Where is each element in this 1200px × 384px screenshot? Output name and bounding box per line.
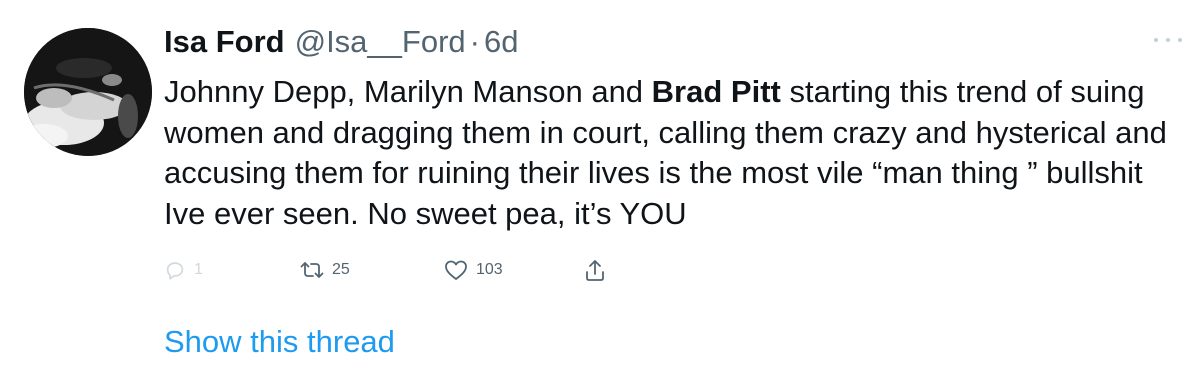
share-icon — [584, 258, 606, 282]
retweet-count: 25 — [332, 261, 350, 278]
display-name[interactable]: Isa Ford — [164, 24, 285, 60]
dot-icon — [1178, 38, 1182, 42]
avatar[interactable] — [24, 28, 152, 156]
tweet-text: Johnny Depp, Marilyn Manson and Brad Pit… — [164, 72, 1184, 234]
more-options-button[interactable] — [1154, 34, 1182, 46]
retweet-button[interactable]: 25 — [300, 254, 350, 286]
dot-icon — [1166, 38, 1170, 42]
retweet-icon — [300, 259, 324, 281]
tweet-text-part1: Johnny Depp, Marilyn Manson and — [164, 74, 652, 109]
tweet-actions: 1 25 103 — [164, 254, 634, 286]
timestamp[interactable]: 6d — [484, 24, 518, 60]
user-handle[interactable]: @Isa__Ford — [295, 24, 466, 60]
tweet-card[interactable]: Isa Ford @Isa__Ford · 6d Johnny Depp, Ma… — [0, 0, 1200, 384]
like-button[interactable]: 103 — [444, 254, 503, 286]
reply-icon — [164, 259, 186, 281]
dot-icon — [1154, 38, 1158, 42]
show-thread-link[interactable]: Show this thread — [164, 324, 395, 360]
separator-dot: · — [469, 24, 480, 59]
share-button[interactable] — [584, 254, 606, 286]
reply-count: 1 — [194, 261, 203, 278]
like-count: 103 — [476, 261, 503, 278]
tweet-header: Isa Ford @Isa__Ford · 6d — [164, 20, 518, 64]
heart-icon — [444, 259, 468, 281]
tweet-text-bold: Brad Pitt — [651, 74, 781, 109]
reply-button[interactable]: 1 — [164, 254, 203, 286]
